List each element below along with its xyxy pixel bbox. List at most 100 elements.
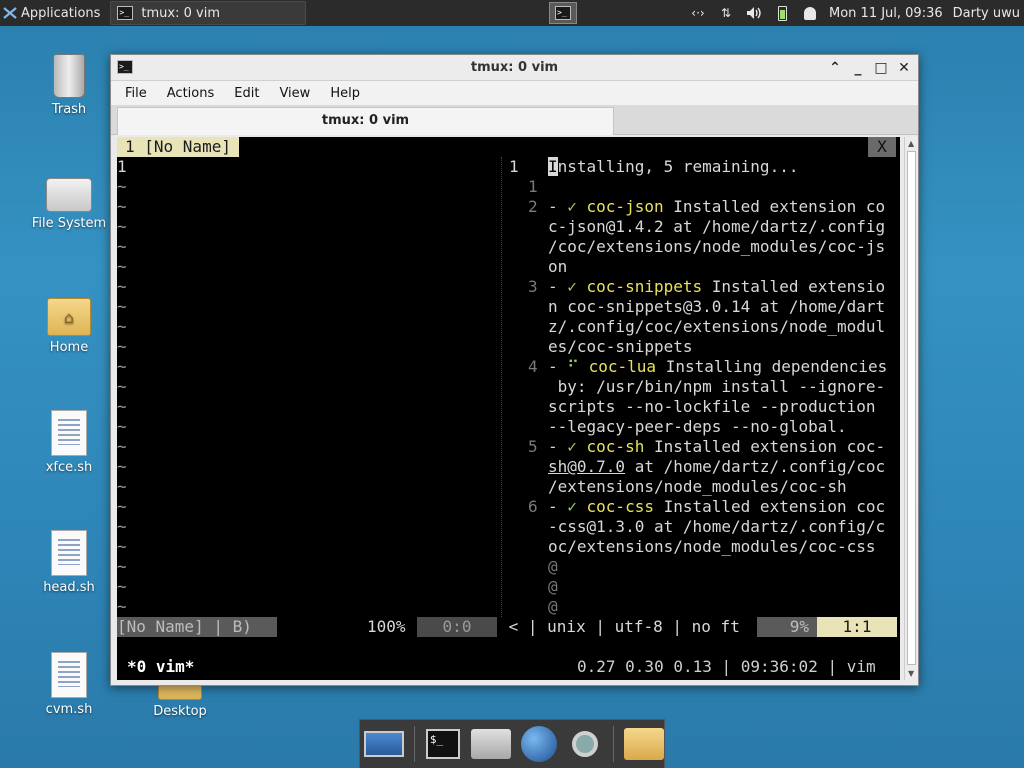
search-icon — [572, 731, 599, 757]
line-number: 1 — [509, 157, 519, 176]
network-icon[interactable]: ‹·› — [689, 5, 707, 21]
ext-line: - ✓ coc-json Installed extension co — [548, 197, 886, 216]
web-browser-launcher[interactable] — [521, 724, 557, 764]
ext-line: - ✓ coc-sh Installed extension coc- — [548, 437, 886, 456]
line-number: 2 — [528, 197, 538, 216]
home-launcher[interactable] — [470, 724, 511, 764]
desktop-icon-trash[interactable]: Trash — [24, 54, 114, 117]
ext-line: sh@0.7.0 at /home/dartz/.config/coc — [548, 457, 886, 476]
maximize-button[interactable]: □ — [871, 58, 891, 78]
ext-line: n coc-snippets@3.0.14 at /home/dart — [548, 297, 886, 316]
empty-line-tilde: ~ — [117, 457, 127, 476]
empty-line-tilde: ~ — [117, 177, 127, 196]
scroll-down-arrow-icon[interactable]: ▼ — [908, 669, 914, 678]
terminal-scrollbar[interactable]: ▲ ▼ — [904, 137, 918, 680]
desktop-icon-label: head.sh — [43, 580, 95, 595]
ext-line: c-json@1.4.2 at /home/dartz/.config — [548, 217, 886, 236]
user-menu[interactable]: Darty uwu — [953, 6, 1020, 21]
search-launcher[interactable] — [567, 724, 603, 764]
system-tray: ‹·› ⇅ Mon 11 Jul, 09:36 Darty uwu — [689, 0, 1024, 26]
ext-line: z/.config/coc/extensions/node_modul — [548, 317, 886, 336]
line-number: 3 — [528, 277, 538, 296]
truncated-line-marker: @ — [548, 597, 558, 616]
ext-line: on — [548, 257, 568, 276]
taskbar-window-button[interactable]: >_ tmux: 0 vim — [110, 1, 307, 25]
vim-buffer-tab[interactable]: 1 [No Name] — [117, 137, 239, 157]
desktop-icon — [364, 731, 404, 757]
volume-icon[interactable] — [745, 5, 763, 21]
ext-name: coc-lua — [588, 357, 657, 376]
ext-line: oc/extensions/node_modules/coc-css — [548, 537, 876, 556]
file-manager-launcher[interactable] — [624, 724, 664, 764]
menu-actions[interactable]: Actions — [157, 86, 225, 101]
terminal-icon: $_ — [425, 729, 460, 759]
desktop-icon-file-system[interactable]: File System — [24, 178, 114, 231]
notification-bell-icon[interactable] — [801, 5, 819, 21]
scroll-up-arrow-icon[interactable]: ▲ — [908, 139, 914, 148]
clock[interactable]: Mon 11 Jul, 09:36 — [829, 6, 943, 21]
tmux-window-name[interactable]: *0 vim* — [127, 657, 194, 677]
ext-line: - ✓ coc-css Installed extension coc — [548, 497, 886, 516]
status-position-left: 0:0 — [417, 617, 497, 637]
truncated-line-marker: @ — [548, 557, 558, 576]
status-percent-right: 9% — [757, 617, 817, 637]
close-button[interactable]: ✕ — [894, 58, 914, 78]
ext-line: by: /usr/bin/npm install --ignore- — [548, 377, 886, 396]
empty-line-tilde: ~ — [117, 197, 127, 216]
desktop-icon-home[interactable]: ⌂ Home — [24, 298, 114, 355]
menu-file[interactable]: File — [115, 86, 157, 101]
workspace-switcher[interactable]: >_ — [549, 2, 577, 24]
minimize-button[interactable]: _ — [848, 58, 868, 78]
shade-button[interactable]: ⌃ — [825, 58, 845, 78]
show-desktop-launcher[interactable] — [364, 724, 404, 764]
ext-line: - ⠋ coc-lua Installing dependencies — [548, 357, 888, 376]
check-icon: ✓ — [567, 197, 587, 216]
home-icon — [470, 729, 511, 759]
empty-line-tilde: ~ — [117, 237, 127, 256]
vim-close-tab-button[interactable]: X — [868, 137, 896, 157]
desktop-icon-label: xfce.sh — [45, 460, 93, 475]
line-number: 1 — [528, 177, 538, 196]
empty-line-tilde: ~ — [117, 257, 127, 276]
menu-edit[interactable]: Edit — [224, 86, 269, 101]
desktop-icon-xfce-sh[interactable]: xfce.sh — [24, 410, 114, 475]
tmux-status-right: 0.27 0.30 0.13 | 09:36:02 | vim — [577, 657, 876, 676]
transfer-icon[interactable]: ⇅ — [717, 5, 735, 21]
menu-help[interactable]: Help — [320, 86, 370, 101]
terminal-launcher[interactable]: $_ — [425, 724, 461, 764]
empty-line-tilde: ~ — [117, 397, 127, 416]
desktop-icon-cvm-sh[interactable]: cvm.sh — [24, 652, 114, 717]
drive-icon — [46, 178, 92, 212]
empty-line-tilde: ~ — [117, 277, 127, 296]
terminal-icon: >_ — [117, 6, 134, 20]
dock: $_ — [359, 719, 665, 768]
web-browser-icon — [521, 726, 557, 762]
battery-icon[interactable] — [773, 5, 791, 21]
status-cursor-position: 1:1 — [817, 617, 897, 637]
status-percent: 100% — [367, 617, 406, 636]
trash-icon — [53, 54, 85, 98]
desktop-icon-label: Desktop — [153, 704, 207, 719]
split-separator[interactable] — [501, 157, 502, 617]
empty-line-tilde: ~ — [117, 217, 127, 236]
desktop-icon-head-sh[interactable]: head.sh — [24, 530, 114, 595]
window-title: tmux: 0 vim — [470, 60, 559, 75]
dock-separator — [414, 726, 415, 762]
ext-line: es/coc-snippets — [548, 337, 693, 356]
window-titlebar[interactable]: >_ tmux: 0 vim ⌃ _ □ ✕ — [111, 55, 918, 81]
menubar: File Actions Edit View Help — [111, 81, 918, 105]
truncated-line-marker: @ — [548, 577, 558, 596]
menu-view[interactable]: View — [269, 86, 320, 101]
empty-line-tilde: ~ — [117, 577, 127, 596]
ext-line: -css@1.3.0 at /home/dartz/.config/c — [548, 517, 886, 536]
script-file-icon — [51, 652, 87, 698]
install-status-text: nstalling, 5 remaining... — [557, 157, 799, 176]
terminal-tab[interactable]: tmux: 0 vim — [117, 107, 614, 135]
spinner-icon: ⠋ — [567, 357, 589, 376]
terminal-content[interactable]: 1 [No Name] X 1 ~ ~ ~ ~ ~ ~ ~ ~ ~ ~ ~ ~ … — [117, 137, 900, 680]
left-line-number: 1 — [117, 157, 127, 176]
empty-line-tilde: ~ — [117, 317, 127, 336]
xfce-logo-icon — [3, 7, 17, 19]
applications-menu-button[interactable]: Applications — [0, 0, 106, 26]
scrollbar-thumb[interactable] — [907, 151, 916, 665]
